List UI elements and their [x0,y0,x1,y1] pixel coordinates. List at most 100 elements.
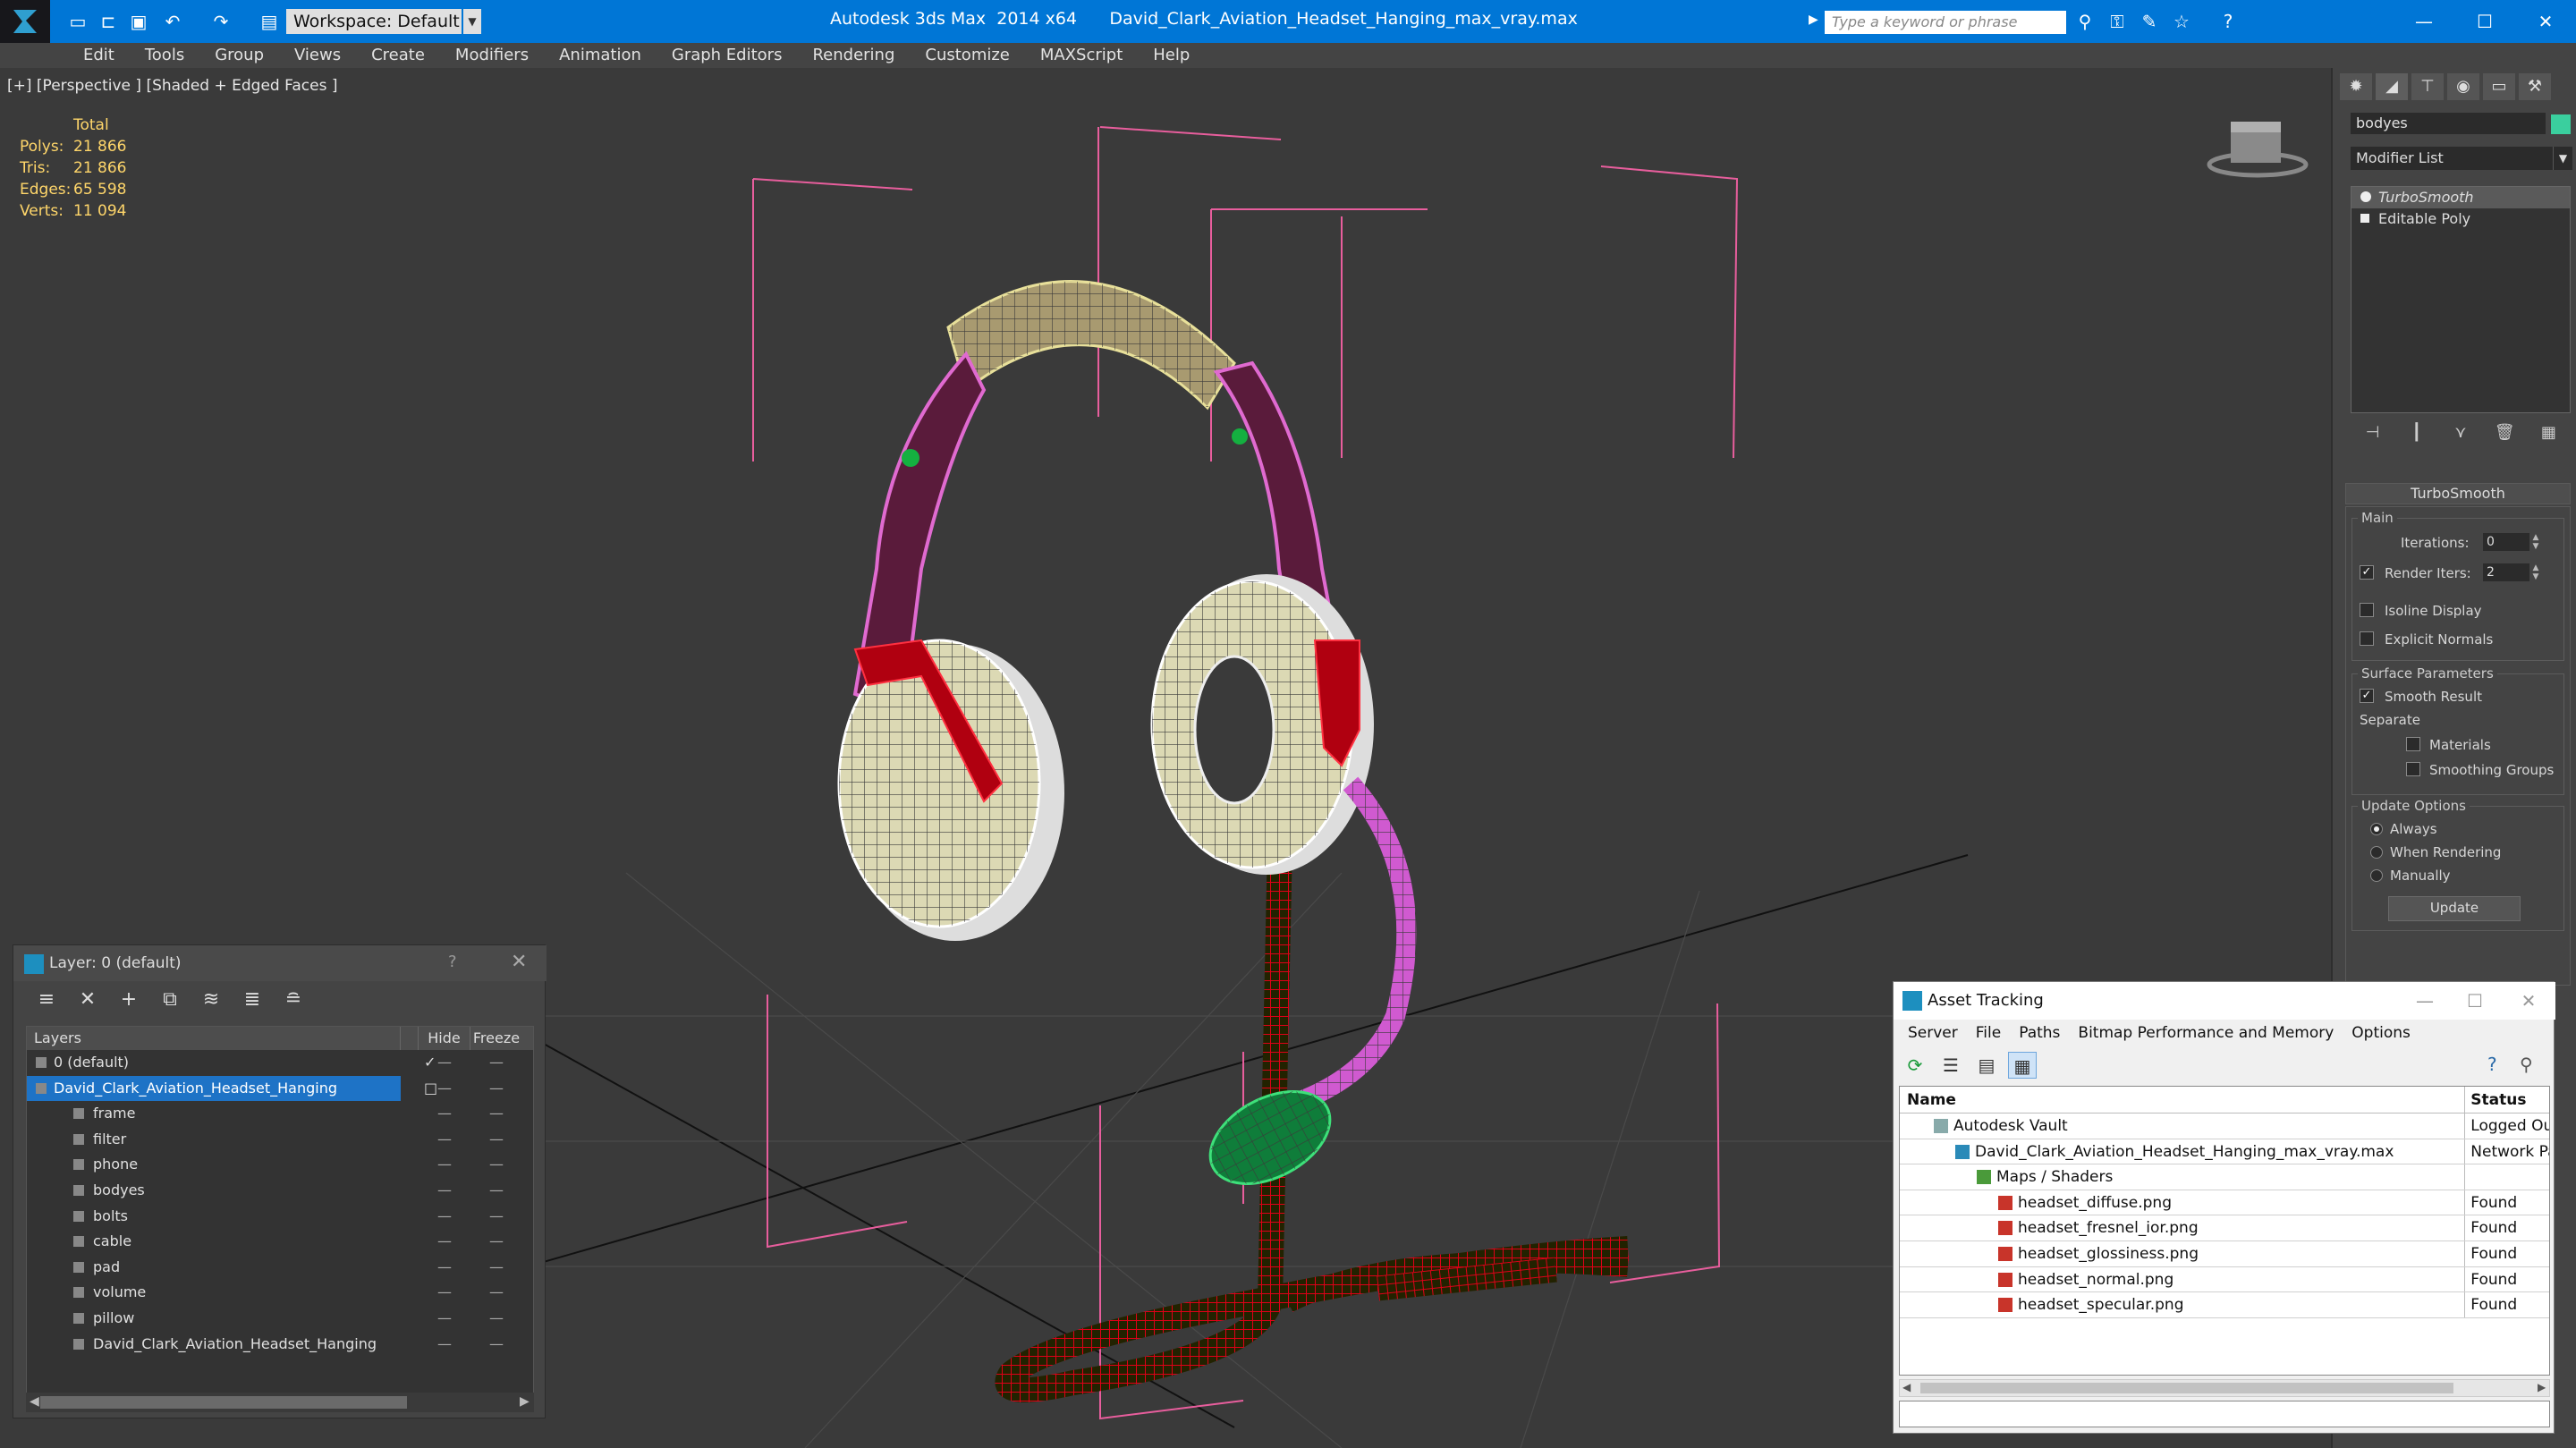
layer-row[interactable]: bodyes — — [27,1178,533,1204]
new-layer-icon[interactable]: ≡ [31,987,62,1013]
column-status[interactable]: Status [2465,1087,2549,1113]
menu-maxscript[interactable]: MAXScript [1025,43,1138,68]
minimize-button[interactable]: — [2397,5,2451,38]
key-icon[interactable]: ⚿ [2106,11,2129,32]
always-radio[interactable] [2370,823,2383,835]
display-tab-icon[interactable]: ▭ [2483,73,2515,100]
render-iters-spinner[interactable]: 2 [2483,563,2529,581]
minimize-button[interactable]: — [2400,987,2450,1014]
layer-row[interactable]: phone — — [27,1152,533,1178]
asset-row[interactable]: Maps / Shaders [1900,1164,2549,1190]
freeze-toggle[interactable]: — [470,1280,522,1306]
explicit-normals-checkbox[interactable] [2360,631,2374,646]
communication-icon[interactable]: ✎ [2138,11,2161,32]
hierarchy-tab-icon[interactable]: ⊤ [2411,73,2444,100]
hide-toggle[interactable]: — [419,1152,470,1178]
pin-icon[interactable]: ⚲ [2520,1054,2533,1075]
redo-icon[interactable]: ↷ [209,11,233,32]
path-input[interactable] [1899,1401,2550,1427]
scrollbar-thumb[interactable] [40,1396,407,1409]
create-tab-icon[interactable]: ✹ [2340,73,2372,100]
render-iters-checkbox[interactable]: ✓ [2360,565,2374,580]
smoothing-groups-checkbox[interactable] [2406,762,2420,776]
asset-row[interactable]: headset_fresnel_ior.png Found [1900,1215,2549,1241]
search-input[interactable]: Type a keyword or phrase [1825,11,2066,34]
layer-row[interactable]: filter — — [27,1127,533,1153]
select-objects-icon[interactable]: ⧉ [155,987,185,1013]
help-icon[interactable]: ? [2216,11,2240,32]
add-selection-icon[interactable]: + [114,987,144,1013]
layer-row[interactable]: volume — — [27,1280,533,1306]
grid-view-icon[interactable]: ▦ [2008,1052,2037,1079]
modifier-list-dropdown[interactable]: Modifier List [2351,147,2553,170]
save-file-icon[interactable]: ▣ [127,11,150,32]
show-end-result-icon[interactable]: ┃ [2403,420,2430,445]
menu-paths[interactable]: Paths [2010,1020,2069,1046]
freeze-toggle[interactable]: — [470,1255,522,1281]
freeze-toggle[interactable]: — [470,1076,522,1102]
freeze-all-icon[interactable]: ≘ [278,987,309,1013]
menu-options[interactable]: Options [2343,1020,2419,1046]
asset-row[interactable]: headset_diffuse.png Found [1900,1190,2549,1216]
freeze-toggle[interactable]: — [470,1306,522,1332]
column-name[interactable]: Name [1900,1087,2466,1113]
hide-toggle[interactable]: — [419,1332,470,1358]
column-hide[interactable]: Hide [419,1027,470,1050]
asset-row[interactable]: headset_normal.png Found [1900,1266,2549,1293]
hide-toggle[interactable]: — [419,1229,470,1255]
layer-row[interactable]: bolts — — [27,1204,533,1230]
layer-row[interactable]: pillow — — [27,1306,533,1332]
make-unique-icon[interactable]: ⋎ [2447,420,2474,445]
hide-toggle[interactable]: — [419,1255,470,1281]
freeze-toggle[interactable]: — [470,1101,522,1127]
freeze-toggle[interactable]: — [470,1204,522,1230]
turbosmooth-rollout-header[interactable]: TurboSmooth [2345,483,2571,504]
highlight-layer-icon[interactable]: ≋ [196,987,226,1013]
menu-modifiers[interactable]: Modifiers [440,43,544,68]
app-logo-icon[interactable] [0,0,50,43]
layer-row[interactable]: pad — — [27,1255,533,1281]
menu-group[interactable]: Group [199,43,279,68]
close-button[interactable]: ✕ [511,951,527,973]
column-layers[interactable]: Layers [27,1027,401,1050]
workspace-dropdown[interactable]: Workspace: Default [286,9,462,34]
menu-file[interactable]: File [1967,1020,2010,1046]
active-layer-box-icon[interactable]: □ [424,1076,437,1101]
configure-modifier-sets-icon[interactable]: ▦ [2535,420,2562,445]
freeze-toggle[interactable]: — [470,1229,522,1255]
asset-row[interactable]: David_Clark_Aviation_Headset_Hanging_max… [1900,1139,2549,1165]
freeze-toggle[interactable]: — [470,1127,522,1153]
menu-bitmap-performance[interactable]: Bitmap Performance and Memory [2069,1020,2343,1046]
menu-tools[interactable]: Tools [130,43,199,68]
list-view-icon[interactable]: ☰ [1936,1052,1965,1079]
isoline-display-checkbox[interactable] [2360,603,2374,617]
pin-stack-icon[interactable]: ⊣ [2360,420,2386,445]
scroll-right-icon[interactable]: ▶ [2538,1381,2546,1393]
asset-row[interactable]: headset_specular.png Found [1900,1292,2549,1318]
hide-toggle[interactable]: — [419,1127,470,1153]
remove-modifier-icon[interactable]: 🗑 [2491,420,2518,445]
expand-icon[interactable] [2360,214,2369,223]
menu-help[interactable]: Help [1138,43,1205,68]
menu-graph-editors[interactable]: Graph Editors [657,43,798,68]
refresh-icon[interactable]: ⟳ [1901,1052,1929,1079]
table-view-icon[interactable]: ▤ [1972,1052,2001,1079]
freeze-toggle[interactable]: — [470,1178,522,1204]
render-iters-spinner-arrows[interactable]: ▲ ▼ [2529,563,2542,581]
hide-toggle[interactable]: — [419,1306,470,1332]
hide-all-icon[interactable]: ≣ [237,987,267,1013]
viewcube-icon[interactable] [2207,122,2309,178]
asset-row[interactable]: Autodesk Vault Logged Ou [1900,1114,2549,1139]
close-button[interactable]: ✕ [2519,5,2572,38]
asset-row[interactable]: headset_glossiness.png Found [1900,1241,2549,1267]
help-button[interactable]: ? [448,953,457,971]
modify-tab-icon[interactable]: ◢ [2376,73,2408,100]
iterations-spinner-arrows[interactable]: ▲ ▼ [2529,533,2542,551]
maximize-button[interactable]: ☐ [2450,987,2500,1014]
scroll-right-icon[interactable]: ▶ [520,1394,530,1409]
chevron-down-icon[interactable]: ▼ [2553,147,2572,170]
stack-item-editable-poly[interactable]: Editable Poly [2351,208,2570,230]
iterations-spinner[interactable]: 0 [2483,533,2529,551]
object-color-swatch[interactable] [2551,114,2571,134]
layer-row[interactable]: David_Clark_Aviation_Headset_Hanging □ — — [27,1075,533,1102]
